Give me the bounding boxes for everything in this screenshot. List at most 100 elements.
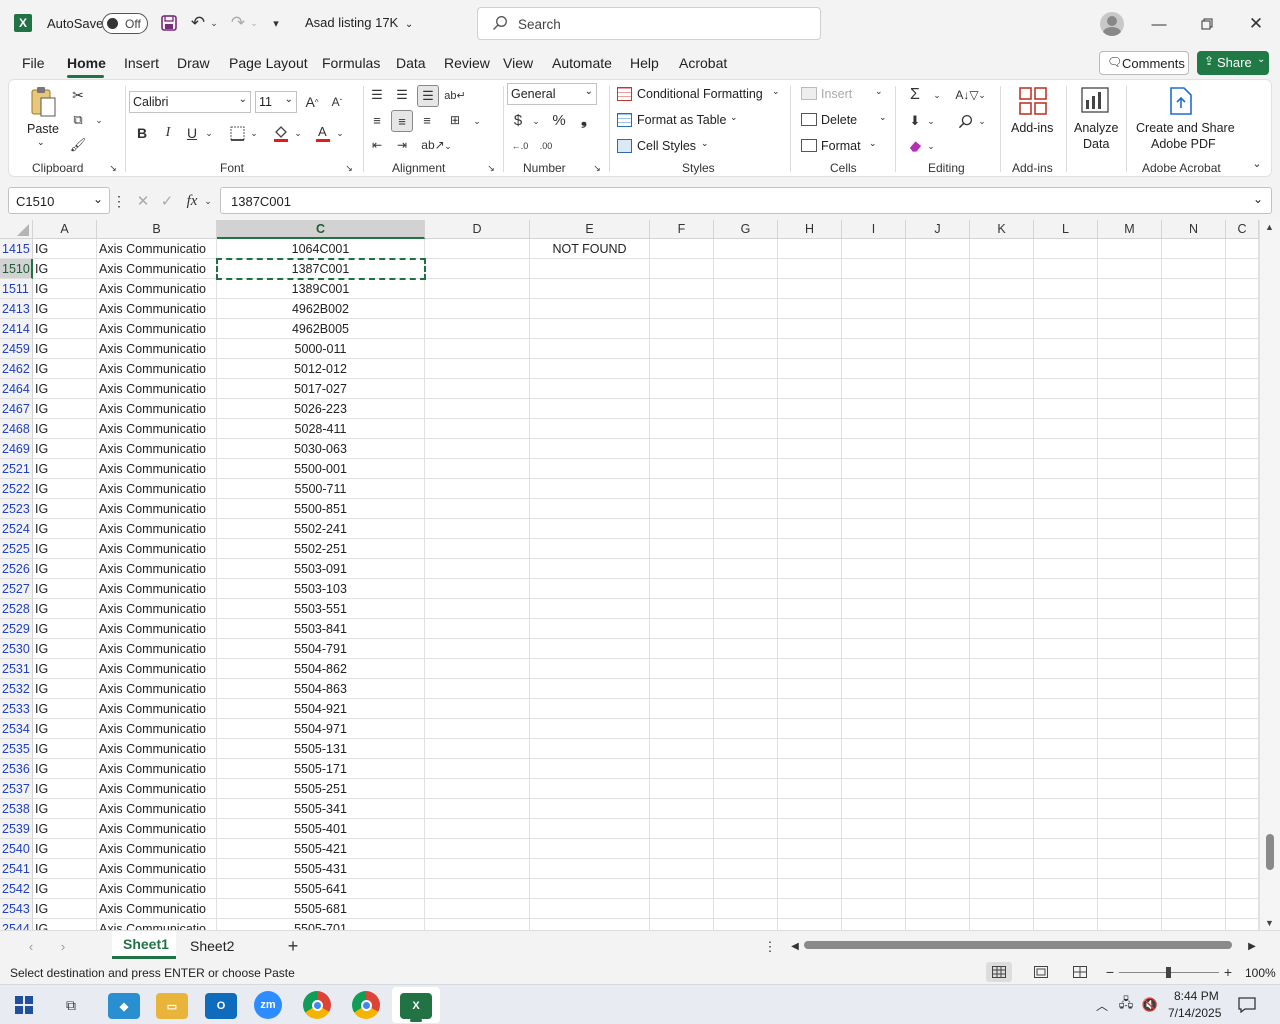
- cell-a[interactable]: IG: [33, 359, 97, 379]
- cell-c[interactable]: 5505-401: [217, 819, 425, 839]
- row-header[interactable]: 2521: [0, 459, 33, 479]
- cell-empty[interactable]: [842, 379, 906, 399]
- cell-empty[interactable]: [425, 819, 530, 839]
- increase-font-icon[interactable]: A ^: [302, 92, 322, 112]
- cell-empty[interactable]: [650, 919, 714, 930]
- cell-empty[interactable]: [970, 519, 1034, 539]
- cell-empty[interactable]: [1162, 859, 1226, 879]
- cell-b[interactable]: Axis Communicatio: [97, 499, 217, 519]
- cell-c[interactable]: 5505-131: [217, 739, 425, 759]
- cell-b[interactable]: Axis Communicatio: [97, 779, 217, 799]
- cell-empty[interactable]: [778, 839, 842, 859]
- cell-empty[interactable]: [1098, 639, 1162, 659]
- row-header[interactable]: 2534: [0, 719, 33, 739]
- cell-a[interactable]: IG: [33, 879, 97, 899]
- cell-empty[interactable]: [906, 299, 970, 319]
- cell-empty[interactable]: [1162, 619, 1226, 639]
- font-size-select[interactable]: 11 ⌄: [255, 91, 297, 113]
- cell-empty[interactable]: [842, 419, 906, 439]
- cell-e[interactable]: [530, 839, 650, 859]
- cell-empty[interactable]: [1162, 579, 1226, 599]
- cell-empty[interactable]: [1098, 759, 1162, 779]
- cell-a[interactable]: IG: [33, 259, 97, 279]
- cell-empty[interactable]: [650, 479, 714, 499]
- cell-empty[interactable]: [842, 599, 906, 619]
- cell-empty[interactable]: [650, 339, 714, 359]
- tab-review[interactable]: Review: [444, 55, 490, 71]
- cell-empty[interactable]: [1098, 299, 1162, 319]
- align-top-icon[interactable]: ☰: [367, 86, 387, 104]
- cell-b[interactable]: Axis Communicatio: [97, 879, 217, 899]
- cell-empty[interactable]: [650, 659, 714, 679]
- cell-empty[interactable]: [425, 699, 530, 719]
- cell-empty[interactable]: [1226, 499, 1259, 519]
- cell-empty[interactable]: [906, 419, 970, 439]
- cell-e[interactable]: [530, 779, 650, 799]
- cell-empty[interactable]: [970, 819, 1034, 839]
- cell-b[interactable]: Axis Communicatio: [97, 759, 217, 779]
- cell-empty[interactable]: [970, 419, 1034, 439]
- cell-c[interactable]: 5505-701: [217, 919, 425, 930]
- cell-empty[interactable]: [1162, 659, 1226, 679]
- cell-empty[interactable]: [650, 279, 714, 299]
- cell-empty[interactable]: [1034, 299, 1098, 319]
- cell-empty[interactable]: [778, 639, 842, 659]
- column-header[interactable]: A: [33, 220, 97, 239]
- cell-empty[interactable]: [842, 319, 906, 339]
- cell-empty[interactable]: [650, 619, 714, 639]
- cell-empty[interactable]: [650, 559, 714, 579]
- align-middle-icon[interactable]: ☰: [392, 86, 412, 104]
- row-header[interactable]: 1415: [0, 239, 33, 259]
- cell-empty[interactable]: [425, 479, 530, 499]
- borders-dropdown-icon[interactable]: ⌄: [249, 125, 259, 141]
- cell-b[interactable]: Axis Communicatio: [97, 899, 217, 919]
- cell-empty[interactable]: [1034, 319, 1098, 339]
- cell-e[interactable]: [530, 579, 650, 599]
- cell-b[interactable]: Axis Communicatio: [97, 239, 217, 259]
- merge-dropdown-icon[interactable]: ⌄: [472, 113, 482, 129]
- row-header[interactable]: 2529: [0, 619, 33, 639]
- tab-file[interactable]: File: [22, 55, 45, 71]
- scroll-left-icon[interactable]: ◀: [789, 939, 801, 953]
- cell-empty[interactable]: [778, 579, 842, 599]
- cell-empty[interactable]: [1098, 839, 1162, 859]
- row-header[interactable]: 2468: [0, 419, 33, 439]
- cell-empty[interactable]: [1226, 439, 1259, 459]
- cancel-entry-icon[interactable]: ✕: [134, 191, 152, 211]
- document-title[interactable]: Asad listing 17K ⌄: [305, 15, 413, 30]
- create-pdf-label-line2[interactable]: Adobe PDF: [1151, 137, 1216, 151]
- row-header[interactable]: 2531: [0, 659, 33, 679]
- cell-a[interactable]: IG: [33, 479, 97, 499]
- cell-empty[interactable]: [1226, 899, 1259, 919]
- cell-empty[interactable]: [425, 919, 530, 930]
- paste-icon[interactable]: [29, 86, 57, 120]
- row-header[interactable]: 2462: [0, 359, 33, 379]
- paste-chevron-icon[interactable]: ⌄: [37, 137, 45, 148]
- cell-empty[interactable]: [1226, 839, 1259, 859]
- cell-empty[interactable]: [1034, 839, 1098, 859]
- cell-empty[interactable]: [1226, 619, 1259, 639]
- cell-empty[interactable]: [714, 479, 778, 499]
- cell-a[interactable]: IG: [33, 919, 97, 930]
- cell-empty[interactable]: [778, 519, 842, 539]
- cell-c[interactable]: 5500-851: [217, 499, 425, 519]
- cell-c[interactable]: 5504-971: [217, 719, 425, 739]
- fill-color-icon[interactable]: [271, 123, 291, 143]
- increase-decimal-icon[interactable]: ←.0: [509, 136, 531, 156]
- notification-center-icon[interactable]: [1236, 994, 1258, 1016]
- cell-e[interactable]: [530, 399, 650, 419]
- cell-empty[interactable]: [1226, 419, 1259, 439]
- cell-empty[interactable]: [650, 579, 714, 599]
- cell-c[interactable]: 1389C001: [217, 279, 425, 299]
- cell-empty[interactable]: [970, 679, 1034, 699]
- spreadsheet-grid[interactable]: ABCDEFGHIJKLMNC 1415 IG Axis Communicatio 1…: [0, 220, 1280, 930]
- cell-empty[interactable]: [970, 839, 1034, 859]
- cell-empty[interactable]: [906, 679, 970, 699]
- cell-a[interactable]: IG: [33, 819, 97, 839]
- cell-empty[interactable]: [778, 499, 842, 519]
- cell-e[interactable]: [530, 879, 650, 899]
- cell-empty[interactable]: [1226, 299, 1259, 319]
- cell-empty[interactable]: [778, 479, 842, 499]
- cell-empty[interactable]: [970, 599, 1034, 619]
- cell-e[interactable]: [530, 419, 650, 439]
